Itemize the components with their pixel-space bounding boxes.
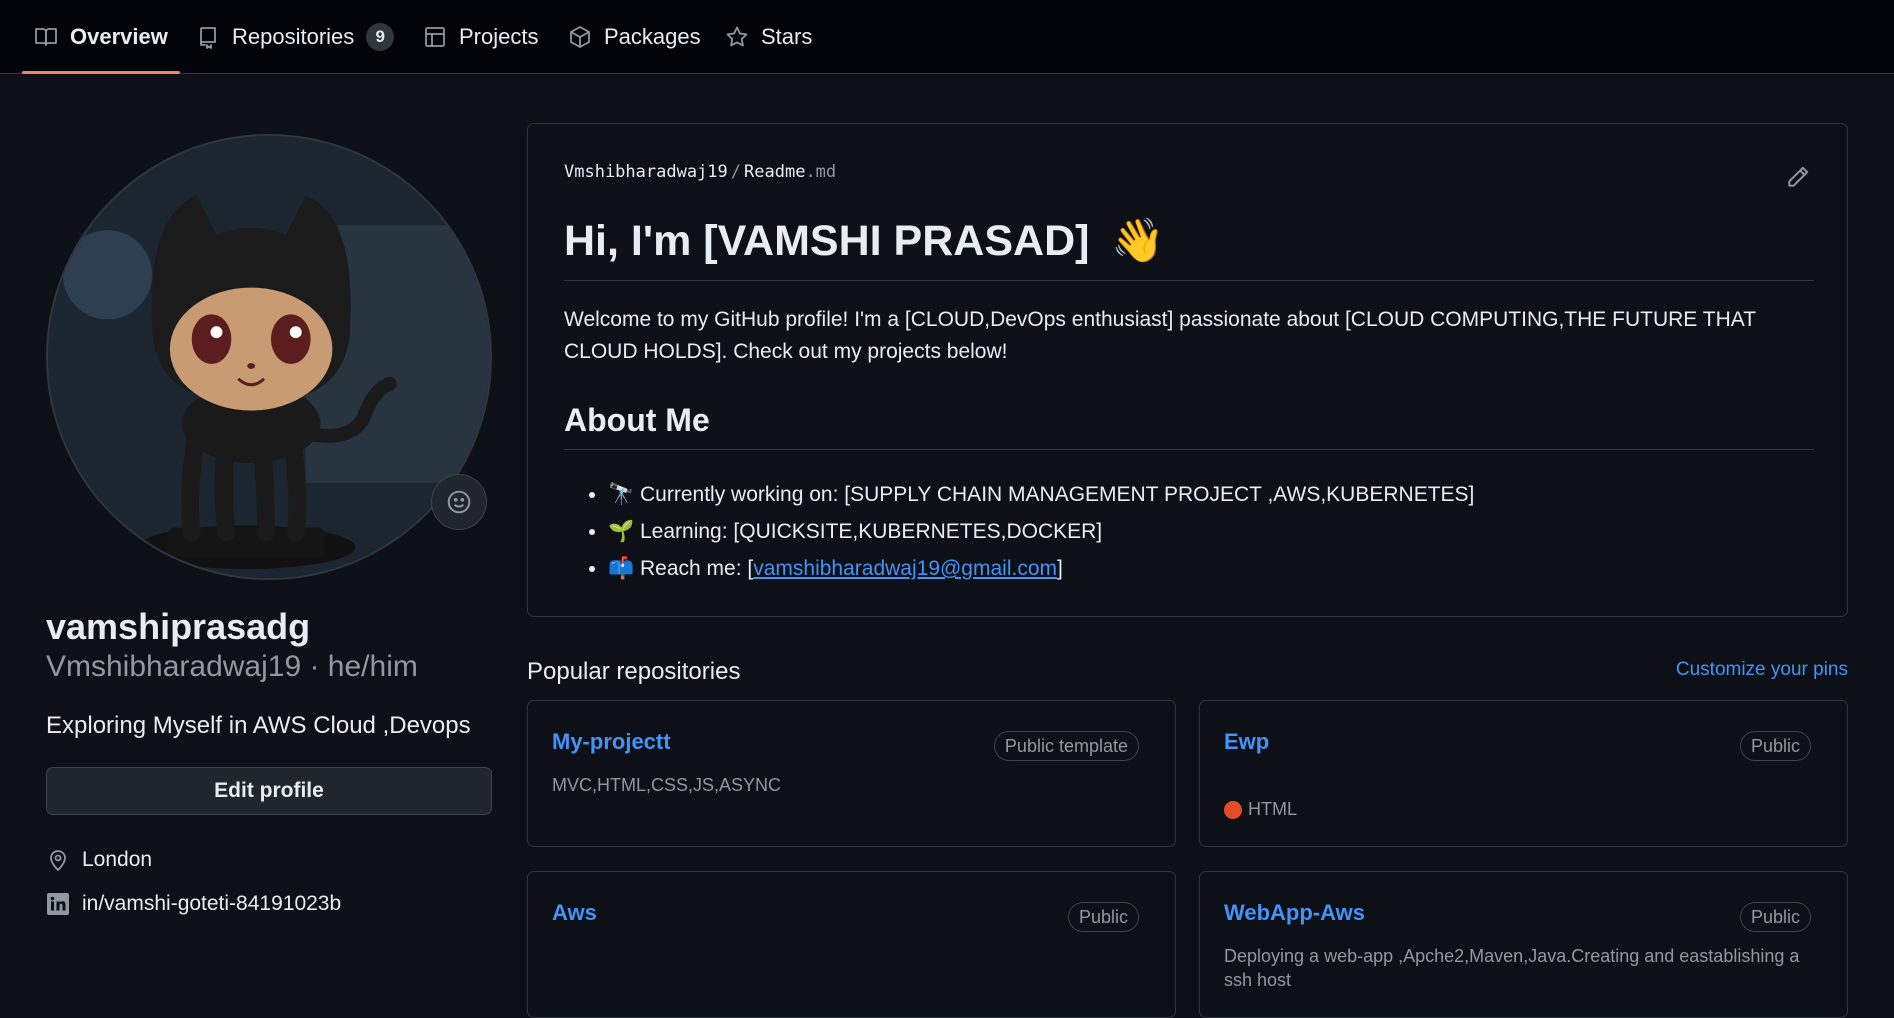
book-icon [35,28,57,46]
repo-icon [200,27,216,49]
tab-repositories[interactable]: Repositories 9 [196,0,395,74]
tab-overview[interactable]: Overview [22,0,180,74]
profile-readme-card: Vmshibharadwaj19/Readme.md Hi, I'm [VAMS… [527,123,1848,617]
telescope-emoji: 🔭 [608,483,635,506]
visibility-badge: Public [1067,902,1139,932]
tab-projects-label: Projects [459,24,539,49]
repo-card: WebApp-Aws Public Deploying a web-app ,A… [1199,871,1848,1018]
about-me-heading: About Me [564,402,1814,450]
package-icon [570,26,590,48]
repo-name-link[interactable]: Aws [552,900,597,926]
edit-readme-button[interactable] [1785,164,1811,190]
profile-tab-bar: Overview Repositories 9 Projects Package… [0,0,1894,74]
list-item-text: Reach me: [ [640,557,754,580]
smiley-icon [447,490,471,514]
repo-card: Aws Public [527,871,1176,1018]
set-status-button[interactable] [431,474,487,530]
tab-projects[interactable]: Projects [423,0,538,74]
repo-description: MVC,HTML,CSS,JS,ASYNC [552,775,782,795]
tab-repositories-label: Repositories [232,24,355,49]
tab-packages[interactable]: Packages [568,0,701,74]
list-item-text: Learning: [QUICKSITE,KUBERNETES,DOCKER] [640,520,1103,543]
email-link[interactable]: vamshibharadwaj19@gmail.com [753,557,1057,580]
pencil-icon [1788,166,1809,187]
list-item: 🌱 Learning: [QUICKSITE,KUBERNETES,DOCKER… [608,513,1474,550]
location-label: London [82,848,153,871]
octocat-figure-image [48,136,490,578]
mailbox-emoji: 📫 [608,557,635,580]
seedling-emoji: 🌱 [608,520,635,543]
tab-packages-label: Packages [604,24,701,49]
readme-path-separator: / [730,162,742,182]
repo-description: Deploying a web-app ,Apche2,Maven,Java.C… [1224,946,1800,990]
readme-path-file[interactable]: Readme [744,162,805,182]
popular-repositories-title: Popular repositories [527,658,741,685]
about-me-list: 🔭 Currently working on: [SUPPLY CHAIN MA… [608,476,1474,587]
repo-language: HTML [1224,799,1297,820]
location-pin-icon [50,850,66,872]
profile-linkedin[interactable]: in/vamshi-goteti-84191023b [46,892,341,916]
readme-heading: Hi, I'm [VAMSHI PRASAD] 👋 [564,216,1814,281]
language-color-dot [1224,800,1242,819]
star-icon [726,26,748,47]
readme-path-user[interactable]: Vmshibharadwaj19 [564,162,728,182]
language-label: HTML [1248,799,1297,819]
readme-path: Vmshibharadwaj19/Readme.md [564,162,836,182]
readme-path-ext: .md [805,162,837,182]
profile-fullname: vamshiprasadg [46,606,311,647]
profile-bio: Exploring Myself in AWS Cloud ,Devops [46,712,471,739]
tab-stars[interactable]: Stars [725,0,812,74]
linkedin-icon [47,893,69,915]
repositories-count-badge: 9 [366,23,395,51]
tab-overview-label: Overview [70,24,168,49]
readme-intro: Welcome to my GitHub profile! I'm a [CLO… [564,308,1756,363]
repo-card: Ewp Public HTML [1199,700,1848,847]
waving-hand-emoji: 👋 [1111,217,1165,265]
avatar[interactable] [46,134,492,580]
customize-pins-link[interactable]: Customize your pins [1676,659,1848,681]
list-item-text: Currently working on: [SUPPLY CHAIN MANA… [640,483,1475,506]
repo-name-link[interactable]: WebApp-Aws [1224,900,1365,926]
repo-name-link[interactable]: Ewp [1224,729,1269,755]
list-item: 📫 Reach me: [vamshibharadwaj19@gmail.com… [608,550,1474,587]
repo-card: My-projectt Public template MVC,HTML,CSS… [527,700,1176,847]
profile-username: Vmshibharadwaj19 · he/him [46,650,418,683]
profile-location: London [46,848,152,872]
tab-stars-label: Stars [761,24,813,49]
edit-profile-button[interactable]: Edit profile [46,767,492,815]
readme-heading-text: Hi, I'm [VAMSHI PRASAD] [564,217,1090,265]
list-item: 🔭 Currently working on: [SUPPLY CHAIN MA… [608,476,1474,513]
visibility-badge: Public template [993,731,1139,761]
visibility-badge: Public [1739,902,1811,932]
repo-name-link[interactable]: My-projectt [552,729,671,755]
visibility-badge: Public [1739,731,1811,761]
table-icon [425,27,445,47]
list-item-text-end: ] [1057,557,1063,580]
linkedin-label[interactable]: in/vamshi-goteti-84191023b [82,892,341,916]
